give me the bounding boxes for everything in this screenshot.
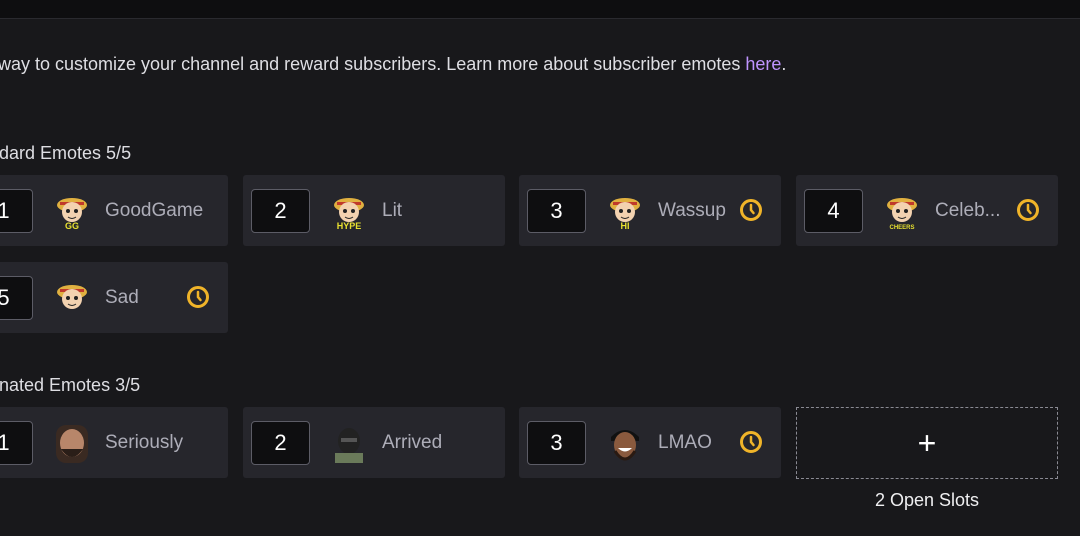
- slot-number-input[interactable]: 3: [527, 189, 586, 233]
- emote-name: Celeb...: [935, 200, 1001, 221]
- emote-image: HI: [605, 191, 645, 231]
- emote-name: GoodGame: [105, 200, 204, 221]
- emote-image: [52, 423, 92, 463]
- emote-name: LMAO: [658, 432, 712, 453]
- emote-name: Sad: [105, 287, 139, 308]
- animated-emote-card[interactable]: 1 Seriously: [0, 407, 228, 478]
- emote-name: Wassup: [658, 200, 726, 221]
- emote-image: CHEERS: [882, 191, 922, 231]
- slot-number-input[interactable]: 1: [0, 421, 33, 465]
- svg-text:GG: GG: [65, 221, 79, 231]
- clock-icon: [186, 285, 210, 309]
- animated-emotes-heading: nated Emotes 3/5: [0, 375, 141, 395]
- emote-image: [329, 423, 369, 463]
- svg-text:HI: HI: [621, 221, 630, 231]
- slot-number-input[interactable]: 5: [0, 276, 33, 320]
- clock-icon: [739, 198, 763, 222]
- standard-emote-card[interactable]: 2 HYPE Lit: [243, 175, 505, 246]
- animated-emote-card[interactable]: 3 LMAO: [519, 407, 781, 478]
- slot-number-input[interactable]: 4: [804, 189, 863, 233]
- standard-emote-card[interactable]: 5 Sad: [0, 262, 228, 333]
- description-end: .: [781, 54, 787, 74]
- emote-image: [52, 278, 92, 318]
- standard-emotes-heading: dard Emotes 5/5: [0, 143, 132, 163]
- emote-name: Seriously: [105, 432, 184, 453]
- learn-more-link[interactable]: here: [745, 54, 781, 74]
- add-emote-button[interactable]: +: [796, 407, 1058, 479]
- slot-number-input[interactable]: 1: [0, 189, 33, 233]
- description: way to customize your channel and reward…: [0, 54, 786, 75]
- standard-emote-card[interactable]: 1 GG GoodGame: [0, 175, 228, 246]
- emote-image: GG: [52, 191, 92, 231]
- emote-image: HYPE: [329, 191, 369, 231]
- slot-number-input[interactable]: 2: [251, 189, 310, 233]
- slot-number-input[interactable]: 2: [251, 421, 310, 465]
- standard-emote-card[interactable]: 4 CHEERS Celeb...: [796, 175, 1058, 246]
- emote-name: Lit: [382, 200, 403, 221]
- top-bar: [0, 0, 1080, 19]
- open-slots-label: 2 Open Slots: [874, 490, 980, 510]
- animated-emote-card[interactable]: 2 Arrived: [243, 407, 505, 478]
- emote-image: [605, 423, 645, 463]
- description-text: way to customize your channel and reward…: [0, 54, 746, 74]
- standard-emote-card[interactable]: 3 HI Wassup: [519, 175, 781, 246]
- clock-icon: [1016, 198, 1040, 222]
- emote-name: Arrived: [382, 432, 443, 453]
- plus-icon: +: [917, 424, 937, 461]
- svg-text:HYPE: HYPE: [337, 221, 362, 231]
- clock-icon: [739, 430, 763, 454]
- slot-number-input[interactable]: 3: [527, 421, 586, 465]
- svg-text:CHEERS: CHEERS: [889, 225, 914, 231]
